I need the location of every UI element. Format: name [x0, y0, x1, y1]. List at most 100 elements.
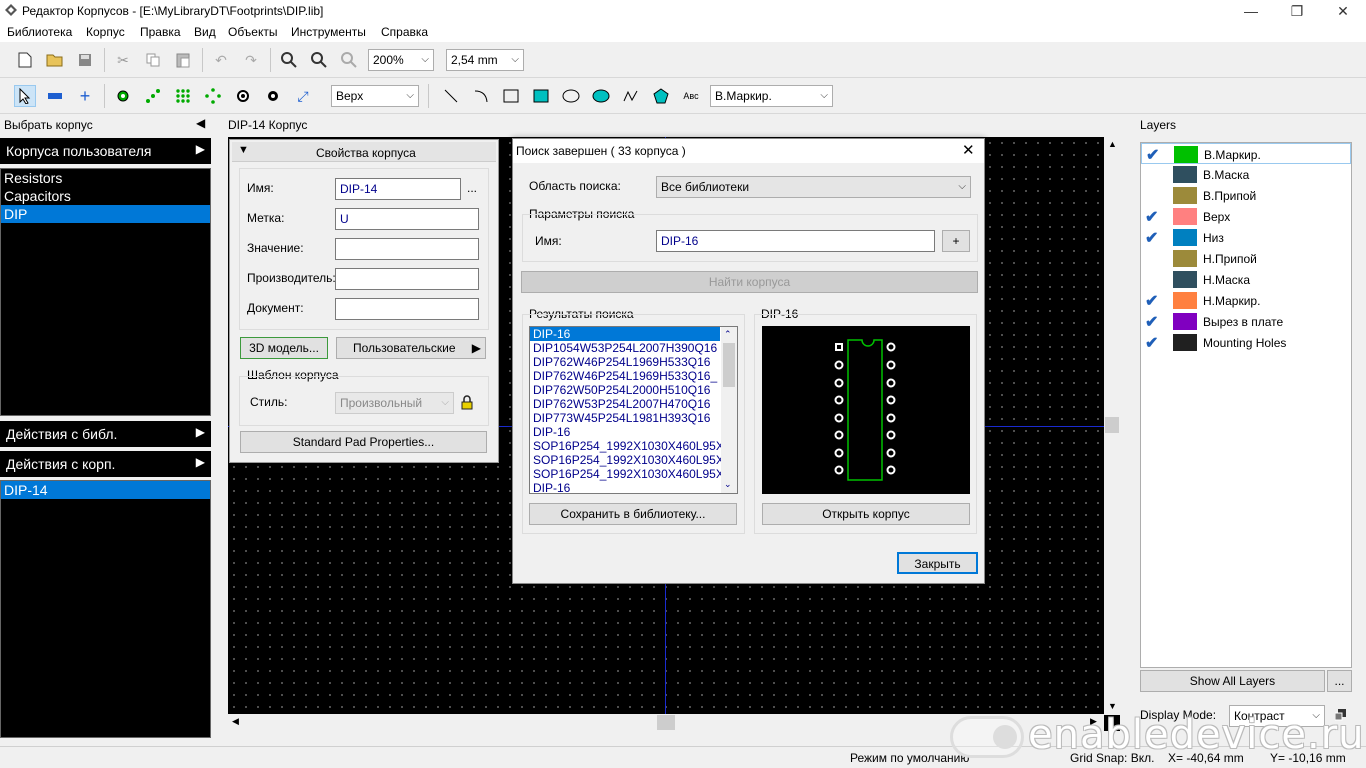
check-icon[interactable]: ✔ — [1146, 145, 1168, 165]
dimension-icon[interactable]: ⤢ — [292, 85, 314, 107]
footprint-actions-header[interactable]: Действия с корп. ▶ — [0, 451, 211, 477]
result-item[interactable]: SOP16P254_1992X1030X460L95X — [530, 467, 737, 481]
layer-color-swatch[interactable] — [1173, 187, 1197, 204]
grid-select[interactable]: 2,54 mm ⌵ — [446, 49, 524, 71]
text-tool-icon[interactable]: Авс — [680, 85, 702, 107]
save-icon[interactable] — [74, 49, 96, 71]
check-icon[interactable]: ✔ — [1145, 312, 1167, 332]
pad-icon[interactable] — [112, 85, 134, 107]
results-scroll-thumb[interactable] — [723, 343, 735, 387]
scroll-down-icon[interactable]: ▼ — [1108, 701, 1117, 711]
layer-color-swatch[interactable] — [1173, 250, 1197, 267]
vertical-scroll-thumb[interactable] — [1105, 417, 1119, 433]
line-tool-icon[interactable] — [440, 85, 462, 107]
layer-row[interactable]: ✔ Mounting Holes — [1141, 332, 1351, 353]
result-item[interactable]: SOP16P254_1992X1030X460L95X — [530, 439, 737, 453]
polyline-tool-icon[interactable] — [620, 85, 642, 107]
3d-model-button[interactable]: 3D модель... — [240, 337, 328, 359]
filled-ellipse-tool-icon[interactable] — [590, 85, 612, 107]
search-area-select[interactable]: Все библиотеки ⌵ — [656, 176, 971, 198]
polygon-tool-icon[interactable] — [650, 85, 672, 107]
new-file-icon[interactable] — [14, 49, 36, 71]
scroll-up-icon[interactable]: ▲ — [1108, 139, 1117, 149]
search-name-input[interactable]: DIP-16 — [656, 230, 935, 252]
scroll-left-icon[interactable]: ◀ — [232, 716, 239, 727]
paste-icon[interactable] — [172, 49, 194, 71]
library-item-dip[interactable]: DIP — [1, 205, 210, 223]
footprint-item-dip14[interactable]: DIP-14 — [1, 481, 210, 499]
scroll-down-icon[interactable]: ⌄ — [724, 477, 732, 491]
layer-row[interactable]: В.Припой — [1141, 185, 1351, 206]
add-param-button[interactable]: + — [942, 230, 970, 252]
document-input[interactable] — [335, 298, 479, 320]
open-footprint-button[interactable]: Открыть корпус — [762, 503, 970, 525]
results-scrollbar[interactable]: ⌃ ⌄ — [721, 327, 737, 493]
copy-icon[interactable] — [142, 49, 164, 71]
layer-row[interactable]: В.Маска — [1141, 164, 1351, 185]
library-item-resistors[interactable]: Resistors — [1, 169, 210, 187]
layer-color-swatch[interactable] — [1174, 146, 1198, 163]
zoom-out-icon[interactable] — [308, 49, 330, 71]
pad-row-icon[interactable] — [142, 85, 164, 107]
zoom-fit-icon[interactable] — [338, 49, 360, 71]
layer-row[interactable]: Н.Маска — [1141, 269, 1351, 290]
layer-row[interactable]: ✔ Верх — [1141, 206, 1351, 227]
pad-array-icon[interactable] — [172, 85, 194, 107]
origin-icon[interactable]: + — [74, 85, 96, 107]
menu-objects[interactable]: Объекты — [228, 25, 278, 39]
properties-header[interactable]: ▼ Свойства корпуса — [232, 142, 496, 162]
save-to-library-button[interactable]: Сохранить в библиотеку... — [529, 503, 737, 525]
layer-color-swatch[interactable] — [1173, 208, 1197, 225]
layer-select[interactable]: Верх ⌵ — [331, 85, 419, 107]
layers-more-button[interactable]: ... — [1327, 670, 1352, 692]
menu-help[interactable]: Справка — [381, 25, 428, 39]
layer-row[interactable]: ✔ Вырез в плате — [1141, 311, 1351, 332]
menu-view[interactable]: Вид — [194, 25, 216, 39]
horizontal-scroll-thumb[interactable] — [657, 715, 675, 730]
via-icon[interactable] — [232, 85, 254, 107]
menu-library[interactable]: Библиотека — [7, 25, 72, 39]
check-icon[interactable]: ✔ — [1145, 291, 1167, 311]
zoom-select[interactable]: 200% ⌵ — [368, 49, 434, 71]
library-actions-header[interactable]: Действия с библ. ▶ — [0, 421, 211, 447]
result-item[interactable]: DIP773W45P254L1981H393Q16 — [530, 411, 737, 425]
filled-rect-tool-icon[interactable] — [530, 85, 552, 107]
result-item[interactable]: DIP-16 — [530, 327, 720, 341]
scroll-up-icon[interactable]: ⌃ — [724, 327, 732, 341]
result-item[interactable]: SOP16P254_1992X1030X460L95X — [530, 453, 737, 467]
result-item[interactable]: DIP762W46P254L1969H533Q16_ — [530, 369, 737, 383]
layer-row[interactable]: ✔ Н.Маркир. — [1141, 290, 1351, 311]
layer-color-swatch[interactable] — [1173, 334, 1197, 351]
minimize-button[interactable]: — — [1228, 0, 1274, 22]
style-select[interactable]: Произвольный ⌵ — [335, 392, 454, 414]
measure-icon[interactable] — [44, 85, 66, 107]
rect-tool-icon[interactable] — [500, 85, 522, 107]
ellipse-tool-icon[interactable] — [560, 85, 582, 107]
select-arrow-icon[interactable] — [14, 85, 36, 107]
layer-row[interactable]: Н.Припой — [1141, 248, 1351, 269]
find-footprints-button[interactable]: Найти корпуса — [521, 271, 978, 293]
menu-footprint[interactable]: Корпус — [86, 25, 125, 39]
result-item[interactable]: DIP-16 — [530, 425, 737, 439]
redo-icon[interactable]: ↷ — [240, 49, 262, 71]
collapse-left-icon[interactable]: ◀ — [196, 116, 205, 130]
canvas-vertical-scrollbar[interactable]: ▲ ▼ — [1104, 137, 1120, 715]
layer-color-swatch[interactable] — [1173, 271, 1197, 288]
open-folder-icon[interactable] — [44, 49, 66, 71]
result-item[interactable]: DIP762W50P254L2000H510Q16 — [530, 383, 737, 397]
check-icon[interactable]: ✔ — [1145, 228, 1167, 248]
hole-icon[interactable] — [262, 85, 284, 107]
standard-pad-properties-button[interactable]: Standard Pad Properties... — [240, 431, 487, 453]
check-icon[interactable]: ✔ — [1145, 207, 1167, 227]
name-browse-button[interactable]: ... — [467, 181, 477, 195]
result-item[interactable]: DIP762W46P254L1969H533Q16 — [530, 355, 737, 369]
custom-properties-button[interactable]: Пользовательские ▶ — [336, 337, 486, 359]
check-icon[interactable]: ✔ — [1145, 333, 1167, 353]
maximize-button[interactable]: ❐ — [1274, 0, 1320, 22]
library-item-capacitors[interactable]: Capacitors — [1, 187, 210, 205]
arc-tool-icon[interactable] — [470, 85, 492, 107]
value-input[interactable] — [335, 238, 479, 260]
layer-row[interactable]: ✔ В.Маркир. — [1141, 143, 1351, 164]
close-window-button[interactable]: ✕ — [1320, 0, 1366, 22]
layer-color-swatch[interactable] — [1173, 313, 1197, 330]
